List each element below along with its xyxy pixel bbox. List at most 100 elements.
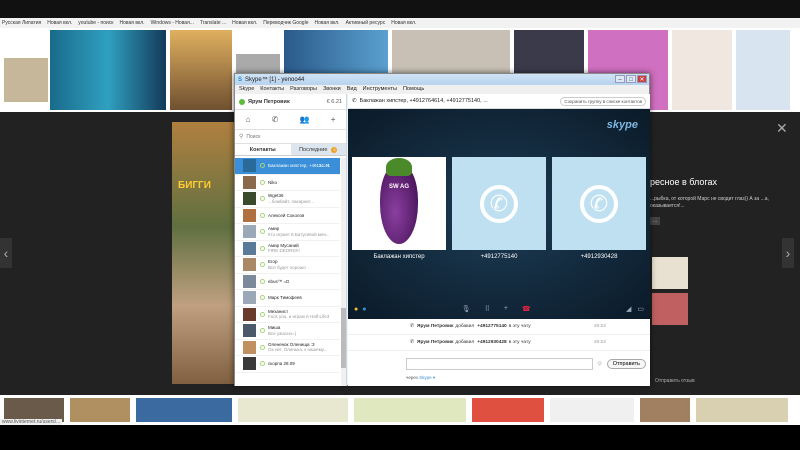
emoticon-icon[interactable]: ●	[354, 306, 358, 313]
window-titlebar[interactable]: S Skype™ [1] - yenoo44 – □ ✕	[235, 74, 649, 85]
mute-microphone-icon[interactable]: 🎙	[462, 305, 471, 313]
emoticon-button[interactable]: ☺	[597, 361, 603, 367]
call-phones-icon[interactable]: ✆	[272, 115, 279, 124]
contact-item[interactable]: ebus™ =D	[235, 274, 340, 290]
menu-item[interactable]: Skype	[239, 85, 254, 94]
tab-recent[interactable]: Последние 3	[290, 144, 346, 155]
prev-image-button[interactable]: ‹	[0, 238, 12, 268]
image-thumb[interactable]	[70, 398, 130, 422]
contact-item[interactable]: Олененок Оленища :3 Ох нет, Оленька, к на…	[235, 340, 340, 356]
bookmark-item[interactable]: Новая вкл.	[391, 18, 416, 28]
message-number[interactable]: +4912775140	[477, 324, 506, 329]
related-image-thumb[interactable]	[652, 257, 688, 289]
contact-mood-message: FIRE DEORG!!!	[268, 248, 300, 254]
scrollbar-thumb[interactable]	[341, 308, 346, 368]
bookmark-item[interactable]: Новая вкл.	[314, 18, 339, 28]
participant-label: Баклажан хипстер	[373, 254, 425, 260]
avatar	[243, 340, 256, 354]
menu-item[interactable]: Инструменты	[363, 85, 397, 94]
hang-up-icon[interactable]: ☎	[522, 305, 531, 313]
bookmark-item[interactable]: Активный ресурс	[346, 18, 386, 28]
image-thumb[interactable]	[472, 398, 544, 422]
image-thumb[interactable]	[238, 398, 348, 422]
avatar	[243, 291, 256, 305]
image-thumb[interactable]	[640, 398, 690, 422]
related-image-thumb[interactable]	[652, 293, 688, 325]
close-preview-button[interactable]: ✕	[776, 120, 788, 137]
menu-item[interactable]: Звонки	[323, 85, 341, 94]
contact-item[interactable]: Алексей Соколов	[235, 208, 340, 224]
bookmark-item[interactable]: Translate ...	[200, 18, 226, 28]
message-number[interactable]: +4912930428	[477, 340, 506, 345]
presence-status-icon	[260, 229, 265, 235]
image-thumb[interactable]	[170, 30, 232, 110]
contact-list-scrollbar[interactable]	[341, 158, 346, 386]
tab-contacts[interactable]: Контакты	[235, 144, 291, 155]
bookmark-item[interactable]: Windows - Новая...	[151, 18, 194, 28]
menu-item[interactable]: Вид	[347, 85, 357, 94]
side-panel-tag[interactable]: ...	[650, 217, 661, 225]
profile-header[interactable]: Ярум Петровик € 6.21	[235, 94, 346, 110]
contact-item[interactable]: скорпа 28.09	[235, 356, 340, 373]
participant-tile[interactable]: SW AG	[352, 157, 446, 250]
dialpad-icon[interactable]: ⠿	[485, 305, 490, 313]
contact-item[interactable]: Миша Все ужасно=(	[235, 323, 340, 340]
conversation-title[interactable]: Баклажан хипстер, +4912764614, +49127751…	[360, 98, 561, 104]
preview-image-caption: БИГГИ	[178, 180, 211, 191]
create-group-icon[interactable]: 👥	[300, 115, 310, 124]
contact-item[interactable]: Амир Кто играет в Батусевой мен...	[235, 224, 340, 241]
contact-item[interactable]: Niko	[235, 175, 340, 191]
home-icon[interactable]: ⌂	[246, 115, 251, 124]
contact-item[interactable]: Баклажан хипстер, +4912... × 14:41	[235, 158, 340, 175]
bookmark-item[interactable]: Русская Липатия	[2, 18, 41, 28]
bookmark-item[interactable]: Новая вкл.	[47, 18, 72, 28]
message-input[interactable]	[406, 358, 593, 370]
message-sender[interactable]: Ярум Петровик	[417, 340, 453, 345]
contact-item[interactable]: Wget36 ...бомбайт, лакарнит...	[235, 191, 340, 208]
side-panel-title[interactable]: ресное в блогах	[650, 177, 717, 187]
profile-name[interactable]: Ярум Петровик	[248, 99, 327, 105]
online-status-icon[interactable]	[239, 98, 245, 105]
image-thumb[interactable]	[696, 398, 788, 422]
menu-item[interactable]: Разговоры	[290, 85, 317, 94]
skype-window: S Skype™ [1] - yenoo44 – □ ✕ Skype Контак…	[234, 73, 650, 386]
participant-tile[interactable]: ✆	[452, 157, 546, 250]
skype-credit[interactable]: € 6.21	[327, 99, 342, 105]
next-image-button[interactable]: ›	[782, 238, 794, 268]
contact-item[interactable]: Амир Мусаний FIRE DEORG!!!	[235, 241, 340, 257]
contact-item[interactable]: Механист Fuck you, и играю в Half-Life3	[235, 307, 340, 323]
chevron-right-icon: ›	[785, 245, 791, 261]
bookmark-item[interactable]: Переводчик Google	[263, 18, 308, 28]
contact-item[interactable]: Марк Тимофеев	[235, 290, 340, 307]
send-button[interactable]: Отправить	[606, 359, 646, 369]
image-thumb[interactable]	[136, 398, 232, 422]
close-window-button[interactable]: ✕	[637, 75, 647, 83]
conversation-header: ✆ Баклажан хипстер, +4912764614, +491277…	[348, 94, 650, 109]
image-thumb[interactable]	[354, 398, 466, 422]
image-thumb[interactable]	[50, 30, 166, 110]
via-skype-dropdown[interactable]: Skype ▾	[419, 375, 435, 380]
presence-status-icon	[260, 212, 265, 218]
minimize-button[interactable]: –	[615, 75, 625, 83]
image-thumb[interactable]	[736, 30, 790, 110]
participant-tile[interactable]: ✆	[552, 157, 646, 250]
image-thumb[interactable]	[4, 58, 48, 102]
presence-status-icon	[260, 196, 265, 202]
send-feedback-link[interactable]: Отправить отзыв	[655, 378, 695, 384]
search-input[interactable]	[246, 133, 337, 140]
bookmark-item[interactable]: youtube - поиск	[78, 18, 113, 28]
chat-bubble-icon[interactable]: ▭	[637, 305, 644, 313]
maximize-button[interactable]: □	[626, 75, 636, 83]
save-group-button[interactable]: Сохранить группу в списке контактов	[560, 96, 646, 106]
bookmark-item[interactable]: Новая вкл.	[120, 18, 145, 28]
contact-item[interactable]: Егор Все будет хорошо	[235, 257, 340, 274]
image-thumb[interactable]	[672, 30, 732, 110]
add-participant-icon[interactable]: +	[504, 305, 508, 313]
menu-item[interactable]: Помощь	[403, 85, 424, 94]
menu-item[interactable]: Контакты	[260, 85, 284, 94]
message-sender[interactable]: Ярум Петровик	[417, 324, 453, 329]
image-thumb[interactable]	[550, 398, 634, 422]
bookmark-item[interactable]: Новая вкл.	[232, 18, 257, 28]
contact-mood-message: Все ужасно=(	[268, 330, 297, 336]
add-contact-icon[interactable]: +	[331, 115, 336, 124]
